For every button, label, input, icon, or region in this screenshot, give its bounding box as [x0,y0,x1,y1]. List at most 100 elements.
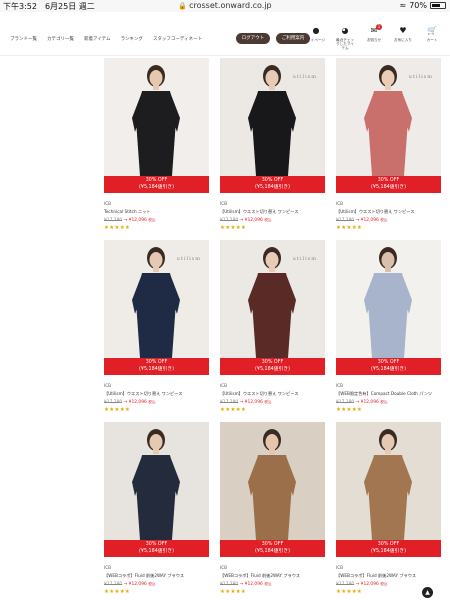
product-brand: ICB [336,201,344,206]
product-name[interactable]: 【WEBコラボ】Fluid 前後2WAY ブラウス [104,573,209,579]
original-price: ¥17,280 [336,400,355,405]
product-brand: ICB [220,201,228,206]
model-figure [104,58,209,176]
header-message-button[interactable]: ✉ 1 お知らせ [364,24,384,50]
original-price: ¥17,280 [220,582,239,587]
product-name[interactable]: 【WEBコラボ】Fluid 前後2WAY ブラウス [336,573,441,579]
product-name[interactable]: 【WEBコラボ】Fluid 前後2WAY ブラウス [220,573,325,579]
header-icon-label: お気に入り [394,38,412,42]
product-name[interactable]: Technical Stitch ニット [104,209,209,215]
sale-price: ¥12,096 [360,218,379,223]
original-price: ¥17,280 [220,218,239,223]
header-icons: ● マイページ ◕ 最近チェックしたアイテム ✉ 1 お知らせ ♥ お気に入り 🛒 カート [306,24,442,50]
product-name[interactable]: 【Utilism】ウエスト切り替え ワンピース [104,391,209,397]
discount-banner: 30% OFF (¥5,184値引き) [104,358,209,375]
original-price: ¥17,280 [104,582,123,587]
model-figure [220,422,325,540]
product-brand: ICB [104,383,112,388]
product-name[interactable]: 【WEB限定色有】Compact Double Cloth パンツ [336,391,441,397]
url-text: crosset.onward.co.jp [189,1,272,10]
product-price: ¥17,280 → ¥12,096 税込 [104,582,209,587]
product-brand: ICB [336,565,344,570]
battery-percent: 70% [409,1,427,10]
product-name[interactable]: 【Utilism】ウエスト切り替え ワンピース [220,391,325,397]
product-image[interactable]: utilism [336,58,441,176]
tax-label: 税込 [148,218,156,222]
header-cart-button[interactable]: 🛒 カート [422,26,442,50]
model-figure [104,422,209,540]
sale-price: ¥12,096 [128,400,147,405]
product-card[interactable]: utilism 30% OFF (¥5,184値引き) ICB 【Utilism】ウエス… [220,58,325,231]
product-image[interactable]: utilism [220,240,325,358]
chevron-up-icon: ▲ [425,589,430,596]
product-card[interactable]: 30% OFF (¥5,184値引き) ICB 【WEB限定色有】Compact Do… [336,240,441,413]
tax-label: 税込 [380,400,388,404]
product-image[interactable] [220,422,325,540]
sale-price: ¥12,096 [244,400,263,405]
message-icon: ✉ 1 [370,24,382,35]
product-image[interactable] [104,422,209,540]
header-eye-button[interactable]: ◕ 最近チェックしたアイテム [335,26,355,50]
product-brand: ICB [104,565,112,570]
model-figure [336,240,441,358]
site-header: ブランド一覧 カテゴリ一覧 新着アイテム ランキング スタッフコーディネート ログアウト… [0,12,450,56]
product-card[interactable]: 30% OFF (¥5,184値引き) ICB 【WEBコラボ】Fluid 前後2WA… [104,422,209,595]
product-card[interactable]: utilism 30% OFF (¥5,184値引き) ICB 【Utilism】ウエス… [104,240,209,413]
guide-button[interactable]: ご利用案内 [276,33,310,44]
sale-price: ¥12,096 [360,400,379,405]
scroll-top-button[interactable]: ▲ [422,587,433,598]
product-brand: ICB [220,383,228,388]
rating-stars: ★★★★★ [104,407,131,413]
eye-icon: ◕ [341,26,349,35]
product-image[interactable] [336,422,441,540]
product-price: ¥17,280 → ¥12,096 税込 [220,218,325,223]
discount-amount: (¥5,184値引き) [139,548,174,554]
product-name[interactable]: 【Utilism】ウエスト切り替え ワンピース [336,209,441,215]
rating-stars: ★★★★★ [220,589,247,595]
logout-button[interactable]: ログアウト [236,33,270,44]
nav-link[interactable]: 新着アイテム [84,36,111,42]
rating-stars: ★★★★★ [104,225,131,231]
discount-banner: 30% OFF (¥5,184値引き) [104,540,209,557]
product-image[interactable]: utilism [104,240,209,358]
product-card[interactable]: utilism 30% OFF (¥5,184値引き) ICB 【Utilism】ウエス… [220,240,325,413]
rating-stars: ★★★★★ [220,225,247,231]
product-card[interactable]: 30% OFF (¥5,184値引き) ICB 【WEBコラボ】Fluid 前後2WA… [336,422,441,595]
discount-banner: 30% OFF (¥5,184値引き) [220,176,325,193]
model-figure [336,422,441,540]
header-person-button[interactable]: ● マイページ [306,26,326,50]
nav-links: ブランド一覧 カテゴリ一覧 新着アイテム ランキング スタッフコーディネート [10,36,202,42]
product-card[interactable]: 30% OFF (¥5,184値引き) ICB 【WEBコラボ】Fluid 前後2WA… [220,422,325,595]
product-brand: ICB [336,383,344,388]
discount-amount: (¥5,184値引き) [371,548,406,554]
discount-amount: (¥5,184値引き) [255,366,290,372]
wifi-icon: ≈ [399,1,407,10]
nav-link[interactable]: スタッフコーディネート [153,36,202,42]
discount-amount: (¥5,184値引き) [255,184,290,190]
product-card[interactable]: utilism 30% OFF (¥5,184値引き) ICB 【Utilism】ウエス… [336,58,441,231]
rating-stars: ★★★★★ [336,225,363,231]
discount-banner: 30% OFF (¥5,184値引き) [336,540,441,557]
discount-amount: (¥5,184値引き) [371,366,406,372]
battery-icon [430,2,446,9]
header-heart-button[interactable]: ♥ お気に入り [393,26,413,50]
discount-amount: (¥5,184値引き) [371,184,406,190]
tax-label: 税込 [148,582,156,586]
product-image[interactable] [336,240,441,358]
product-card[interactable]: 30% OFF (¥5,184値引き) ICB Technical Stitch ニッ… [104,58,209,231]
tax-label: 税込 [380,218,388,222]
sale-price: ¥12,096 [128,582,147,587]
address-bar[interactable]: 🔒 crosset.onward.co.jp [0,1,450,10]
nav-link[interactable]: ランキング [121,36,143,42]
person-icon: ● [312,26,320,35]
original-price: ¥17,280 [104,400,123,405]
sale-price: ¥12,096 [244,218,263,223]
product-image[interactable]: utilism [220,58,325,176]
tax-label: 税込 [264,400,272,404]
product-price: ¥17,280 → ¥12,096 税込 [220,582,325,587]
nav-link[interactable]: ブランド一覧 [10,36,37,42]
product-name[interactable]: 【Utilism】ウエスト切り替え ワンピース [220,209,325,215]
nav-link[interactable]: カテゴリ一覧 [47,36,74,42]
product-image[interactable] [104,58,209,176]
sale-price: ¥12,096 [244,582,263,587]
